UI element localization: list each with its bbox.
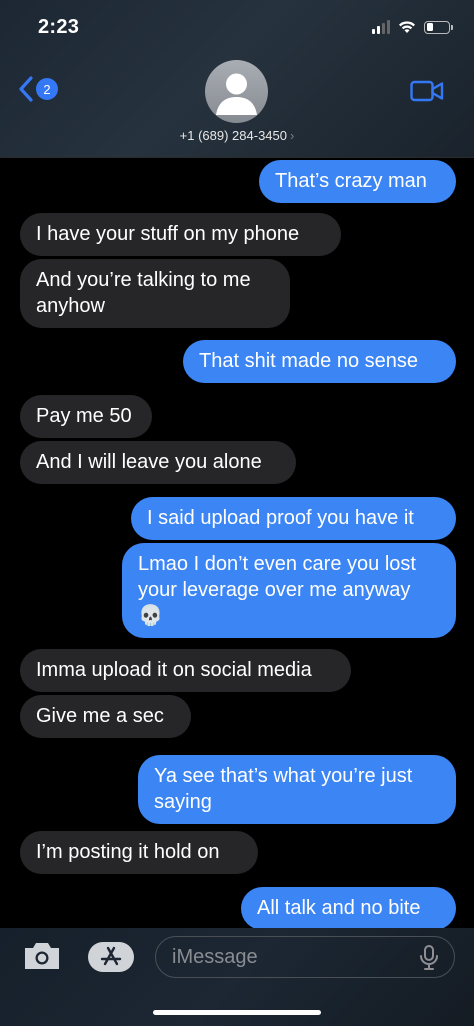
contact-number: +1 (689) 284-3450 bbox=[179, 128, 287, 143]
wifi-icon bbox=[399, 21, 415, 33]
video-camera-icon bbox=[410, 80, 444, 102]
back-button[interactable]: 2 bbox=[18, 76, 58, 102]
microphone-icon bbox=[420, 945, 438, 970]
chevron-left-icon bbox=[19, 76, 33, 102]
message-bubble-incoming[interactable]: I have your stuff on my phone bbox=[20, 213, 341, 256]
status-icons bbox=[372, 20, 453, 34]
message-bubble-outgoing[interactable]: Ya see that’s what you’re just saying bbox=[138, 755, 456, 824]
composer-bar bbox=[0, 928, 474, 1026]
message-bubble-incoming[interactable]: I’m posting it hold on bbox=[20, 831, 258, 874]
battery-icon bbox=[424, 20, 453, 34]
message-bubble-incoming[interactable]: Give me a sec bbox=[20, 695, 191, 738]
contact-name[interactable]: +1 (689) 284-3450 › bbox=[0, 128, 474, 143]
conversation-header: 2:23 2 +1 (689) 284-3450 › bbox=[0, 0, 474, 158]
message-bubble-incoming[interactable]: And you’re talking to me anyhow bbox=[20, 259, 290, 328]
message-bubble-incoming[interactable]: And I will leave you alone bbox=[20, 441, 296, 484]
message-thread: That’s crazy man I have your stuff on my… bbox=[0, 158, 474, 928]
battery-fill bbox=[426, 23, 433, 31]
app-store-icon bbox=[100, 946, 122, 966]
message-bubble-outgoing[interactable]: I said upload proof you have it bbox=[131, 497, 456, 540]
message-bubble-outgoing[interactable]: All talk and no bite bbox=[241, 887, 456, 928]
message-bubble-incoming[interactable]: Pay me 50 bbox=[20, 395, 152, 438]
imessage-input[interactable] bbox=[155, 936, 455, 978]
message-bubble-outgoing[interactable]: Lmao I don’t even care you lost your lev… bbox=[122, 543, 456, 638]
cellular-signal-icon bbox=[372, 20, 390, 34]
unread-badge: 2 bbox=[36, 78, 58, 100]
message-bubble-outgoing[interactable]: That’s crazy man bbox=[259, 160, 456, 203]
message-bubble-outgoing[interactable]: That shit made no sense bbox=[183, 340, 456, 383]
message-bubble-incoming[interactable]: Imma upload it on social media bbox=[20, 649, 351, 692]
app-store-button[interactable] bbox=[88, 942, 134, 972]
facetime-video-button[interactable] bbox=[410, 80, 444, 107]
chevron-right-icon: › bbox=[290, 128, 295, 143]
person-silhouette-icon bbox=[216, 73, 257, 115]
dictation-button[interactable] bbox=[418, 944, 440, 977]
status-time: 2:23 bbox=[38, 16, 80, 38]
camera-button[interactable] bbox=[22, 940, 62, 977]
contact-avatar[interactable] bbox=[205, 60, 268, 123]
home-indicator bbox=[153, 1010, 321, 1015]
camera-icon bbox=[25, 943, 59, 969]
